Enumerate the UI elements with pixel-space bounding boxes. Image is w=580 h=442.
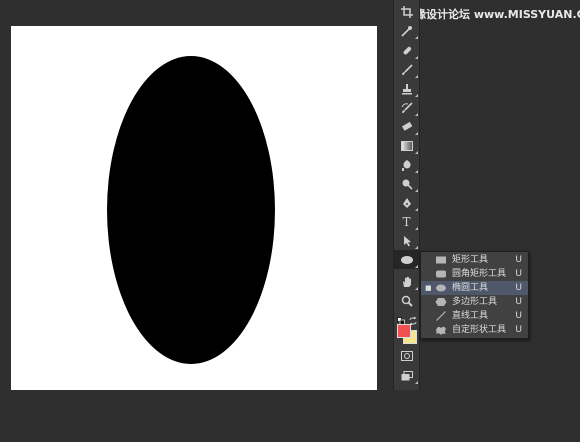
foreground-color-swatch[interactable] xyxy=(397,324,411,338)
ellipse-tool-icon xyxy=(435,283,447,293)
hand-tool[interactable] xyxy=(394,272,419,291)
brush-tool[interactable] xyxy=(394,60,419,79)
crop-icon xyxy=(400,5,413,18)
path-selection-icon xyxy=(401,235,413,247)
color-swatches xyxy=(394,308,419,348)
flyout-item-polygon-tool[interactable]: 多边形工具 U xyxy=(421,295,528,309)
flyout-item-rectangle-tool[interactable]: 矩形工具 U xyxy=(421,253,528,267)
eyedropper-icon xyxy=(400,25,413,37)
zoom-icon xyxy=(401,295,413,307)
blur-icon xyxy=(401,159,413,171)
eyedropper-tool[interactable] xyxy=(394,21,419,40)
dodge-icon xyxy=(401,178,413,190)
black-ellipse[interactable] xyxy=(107,56,275,364)
type-tool[interactable]: T xyxy=(394,212,419,231)
quick-mask-button[interactable] xyxy=(394,346,419,365)
eraser-tool[interactable] xyxy=(394,117,419,136)
crop-tool[interactable] xyxy=(394,2,419,21)
spot-healing-tool[interactable] xyxy=(394,41,419,60)
document-canvas[interactable] xyxy=(11,26,377,390)
pen-icon xyxy=(401,197,413,209)
brush-icon xyxy=(401,63,413,76)
clone-stamp-tool[interactable] xyxy=(394,79,419,98)
clone-stamp-icon xyxy=(401,83,413,95)
flyout-item-line-tool[interactable]: 直线工具 U xyxy=(421,309,528,323)
rounded-rectangle-tool-icon xyxy=(435,269,447,279)
custom-shape-tool-icon xyxy=(435,325,447,335)
blur-tool[interactable] xyxy=(394,155,419,174)
spot-healing-icon xyxy=(401,45,413,57)
gradient-tool[interactable] xyxy=(394,136,419,155)
tools-panel: T xyxy=(393,0,420,390)
ellipse-tool[interactable] xyxy=(394,250,419,269)
ellipse-tool-icon xyxy=(400,255,414,265)
flyout-item-rounded-rectangle-tool[interactable]: 圆角矩形工具 U xyxy=(421,267,528,281)
hand-icon xyxy=(401,276,413,288)
pen-tool[interactable] xyxy=(394,193,419,212)
rectangle-tool-icon xyxy=(435,255,447,265)
history-brush-icon xyxy=(401,101,413,114)
line-tool-icon xyxy=(435,311,447,321)
eraser-icon xyxy=(401,121,413,133)
watermark: 思缘设计论坛 www.MISSYUAN.COM xyxy=(404,8,580,21)
path-selection-tool[interactable] xyxy=(394,231,419,250)
type-icon: T xyxy=(402,214,411,229)
polygon-tool-icon xyxy=(435,297,447,307)
screen-mode-icon xyxy=(401,370,413,381)
selected-bullet: ■ xyxy=(425,284,432,292)
quick-mask-icon xyxy=(400,350,413,361)
flyout-item-custom-shape-tool[interactable]: 自定形状工具 U xyxy=(421,323,528,337)
dodge-tool[interactable] xyxy=(394,174,419,193)
flyout-item-ellipse-tool[interactable]: ■ 椭圆工具 U xyxy=(421,281,528,295)
screen-mode-button[interactable] xyxy=(394,366,419,385)
shape-tools-flyout: 矩形工具 U 圆角矩形工具 U ■ 椭圆工具 U 多边形工具 U 直线工具 U … xyxy=(420,251,529,339)
history-brush-tool[interactable] xyxy=(394,98,419,117)
gradient-icon xyxy=(400,140,413,151)
